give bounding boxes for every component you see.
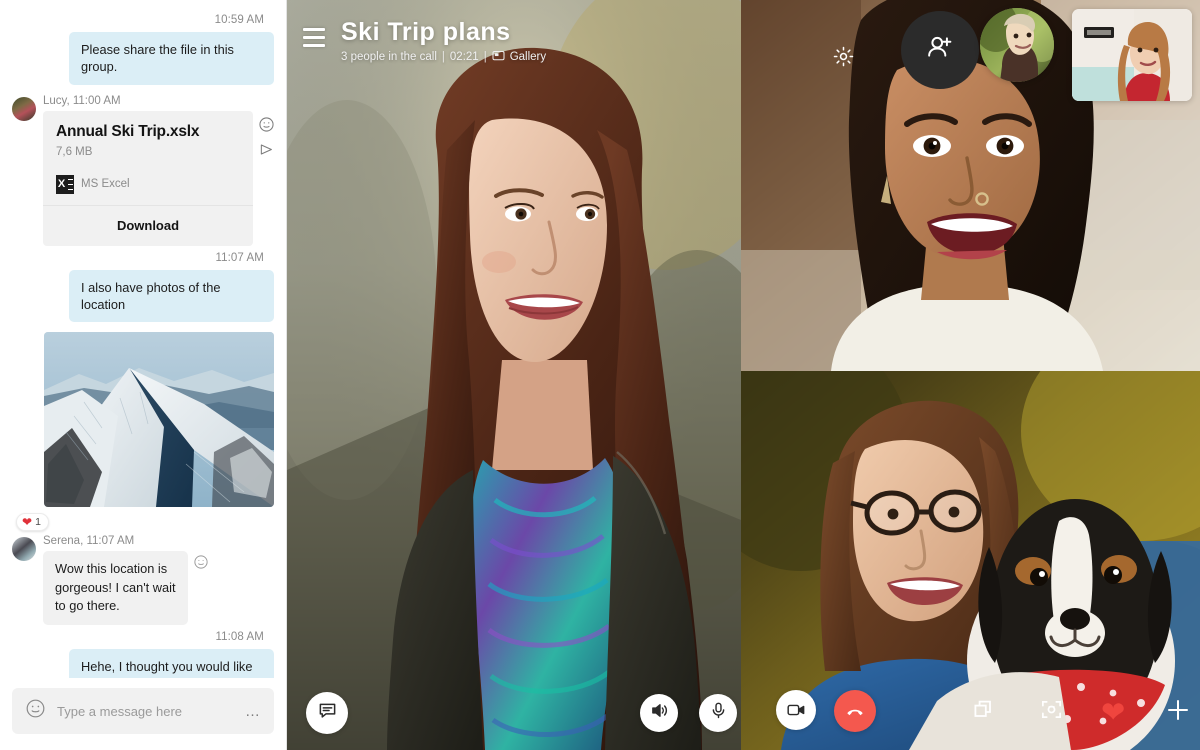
speaker-button[interactable] xyxy=(640,694,678,732)
hamburger-menu-icon[interactable] xyxy=(303,28,325,52)
file-app-label: MS Excel xyxy=(81,178,130,191)
skype-call-window: 10:59 AM Please share the file in this g… xyxy=(0,0,1200,750)
snapshot-icon xyxy=(1040,700,1063,725)
excel-file-icon: X xyxy=(56,174,74,194)
speaker-icon xyxy=(650,701,669,725)
emoji-icon[interactable] xyxy=(259,116,274,132)
participant-count: 3 people in the call xyxy=(341,51,437,63)
file-name: Annual Ski Trip.xslx xyxy=(56,122,200,140)
excel-icon-grid xyxy=(67,174,74,194)
message-row-incoming: Serena, 11:07 AM Wow this location is go… xyxy=(12,535,274,625)
main-speaker-tile[interactable]: Ski Trip plans 3 people in the call | 02… xyxy=(287,0,741,750)
call-title: Ski Trip plans xyxy=(341,18,511,46)
camera-button[interactable] xyxy=(776,690,816,730)
right-panel-controls: ❤ xyxy=(741,670,1200,750)
self-view-feed xyxy=(1072,9,1192,101)
settings-button[interactable] xyxy=(832,45,855,73)
download-button[interactable]: Download xyxy=(43,206,253,246)
message-row-photo xyxy=(12,322,274,508)
add-more-button[interactable] xyxy=(1165,697,1191,728)
heart-reaction-pill[interactable]: ❤ 1 xyxy=(16,513,49,532)
reaction-count: 1 xyxy=(35,516,41,529)
emoji-icon[interactable] xyxy=(194,555,208,574)
heart-icon: ❤ xyxy=(1101,697,1126,729)
microphone-icon xyxy=(709,701,728,725)
lucy-avatar[interactable] xyxy=(12,96,36,121)
serena-avatar[interactable] xyxy=(12,537,36,562)
photo-attachment[interactable] xyxy=(44,332,274,508)
gallery-view-icon[interactable] xyxy=(492,50,505,64)
message-sender-label: Serena, 11:07 AM xyxy=(43,535,135,548)
subtitle-separator: | xyxy=(441,51,445,63)
call-duration: 02:21 xyxy=(449,51,479,63)
participant-thumbnail-feed xyxy=(980,8,1054,82)
microphone-button[interactable] xyxy=(699,694,737,732)
file-attachment-card[interactable]: Annual Ski Trip.xslx 7,6 MB X MS Excel D… xyxy=(43,110,253,246)
message-timestamp: 10:59 AM xyxy=(214,14,264,26)
subtitle-separator: | xyxy=(483,51,487,63)
smiley-icon[interactable] xyxy=(26,699,45,723)
snowy-mountain-ridge-photo xyxy=(44,332,274,508)
chat-panel: 10:59 AM Please share the file in this g… xyxy=(0,0,287,750)
message-row-outgoing: Hehe, I thought you would like it. xyxy=(12,648,274,678)
split-view-icon xyxy=(973,700,995,725)
message-row-file: Lucy, 11:00 AM Annual Ski Trip.xslx 7,6 … xyxy=(12,95,274,246)
message-bubble-outgoing[interactable]: I also have photos of the location xyxy=(69,269,274,323)
plus-icon xyxy=(1165,700,1191,727)
message-row-outgoing: I also have photos of the location xyxy=(12,269,274,323)
message-bubble-outgoing[interactable]: Hehe, I thought you would like it. xyxy=(69,648,274,678)
more-options-icon[interactable]: … xyxy=(245,704,262,719)
participant-thumbnail-round[interactable] xyxy=(980,8,1054,82)
split-view-button[interactable] xyxy=(973,699,995,726)
participants-column: ❤ xyxy=(741,0,1200,750)
forward-icon[interactable] xyxy=(259,142,274,157)
react-heart-button[interactable]: ❤ xyxy=(1101,699,1125,728)
message-list[interactable]: 10:59 AM Please share the file in this g… xyxy=(0,0,286,678)
message-bubble-incoming[interactable]: Wow this location is gorgeous! I can't w… xyxy=(43,551,188,625)
add-person-icon xyxy=(925,33,955,68)
chat-toggle-button[interactable] xyxy=(306,692,348,734)
end-call-button[interactable] xyxy=(834,690,876,732)
main-video-feed xyxy=(287,0,741,750)
view-mode-label[interactable]: Gallery xyxy=(510,51,546,63)
file-size: 7,6 MB xyxy=(56,145,93,158)
heart-icon: ❤ xyxy=(22,515,33,530)
message-bubble-outgoing[interactable]: Please share the file in this group. xyxy=(69,32,274,85)
snapshot-button[interactable] xyxy=(1040,698,1063,726)
call-header: Ski Trip plans 3 people in the call | 02… xyxy=(287,0,741,64)
video-camera-icon xyxy=(776,690,816,730)
reaction-row: ❤ 1 xyxy=(12,507,274,532)
message-actions xyxy=(259,116,274,157)
hangup-phone-icon xyxy=(834,690,876,732)
search-input[interactable] xyxy=(57,703,233,719)
message-timestamp: 11:08 AM xyxy=(215,630,264,643)
gear-icon xyxy=(832,46,855,72)
call-controls xyxy=(287,666,741,750)
message-composer[interactable]: … xyxy=(12,688,274,734)
message-row-outgoing: Please share the file in this group. xyxy=(12,32,274,85)
add-person-button[interactable] xyxy=(901,11,979,89)
excel-icon-letter: X xyxy=(56,174,67,194)
message-timestamp: 11:07 AM xyxy=(215,251,264,264)
call-subtitle: 3 people in the call | 02:21 | Gallery xyxy=(341,50,546,64)
composer-area: … xyxy=(0,678,286,750)
self-view-thumbnail[interactable] xyxy=(1072,9,1192,101)
message-sender-label: Lucy, 11:00 AM xyxy=(43,94,121,107)
chat-bubble-icon xyxy=(318,701,337,725)
